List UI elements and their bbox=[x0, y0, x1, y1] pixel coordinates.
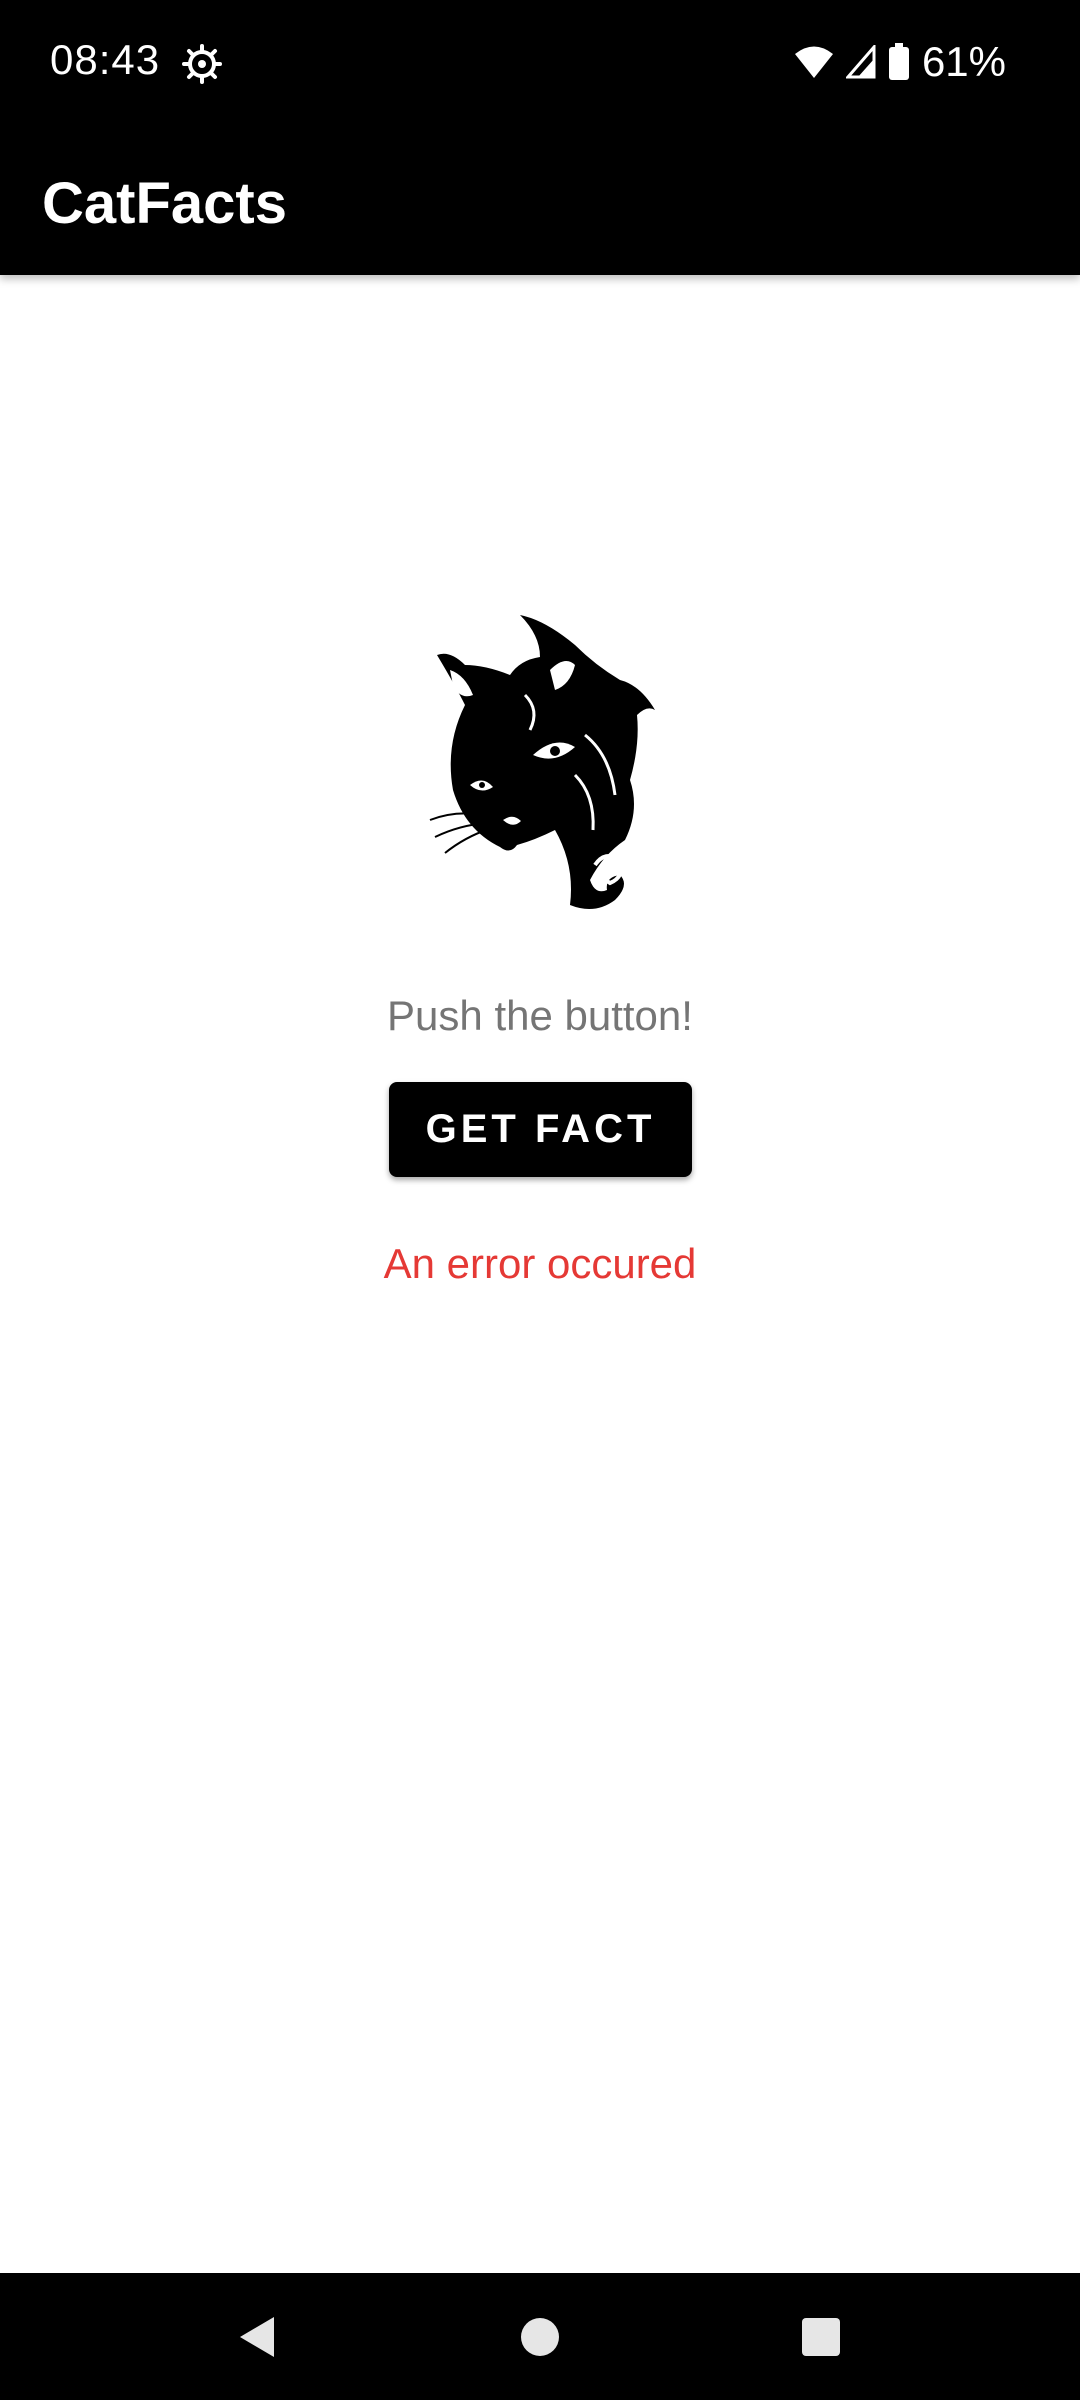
status-bar: 08:43 61% bbox=[0, 0, 1080, 125]
home-icon bbox=[521, 2317, 559, 2356]
settings-gear-icon bbox=[182, 44, 222, 84]
cat-head-illustration bbox=[429, 615, 655, 909]
wifi-icon bbox=[794, 46, 833, 78]
battery-percent: 61% bbox=[921, 38, 1006, 85]
prompt-text: Push the button! bbox=[387, 992, 693, 1039]
recents-button[interactable] bbox=[751, 2273, 891, 2400]
home-button[interactable] bbox=[470, 2273, 610, 2400]
cell-signal-icon bbox=[845, 45, 876, 79]
status-icons: 61% bbox=[794, 36, 1006, 88]
recents-icon bbox=[802, 2317, 840, 2356]
app-bar: CatFacts bbox=[0, 125, 1080, 275]
screen: 08:43 61% CatFacts Push the button! GET … bbox=[0, 0, 1080, 2400]
status-time: 08:43 bbox=[50, 36, 161, 83]
get-fact-button[interactable]: GET FACT bbox=[389, 1082, 692, 1177]
back-button[interactable] bbox=[186, 2273, 326, 2400]
app-title: CatFacts bbox=[42, 171, 287, 236]
battery-icon bbox=[888, 43, 909, 80]
error-message: An error occured bbox=[383, 1240, 697, 1287]
navigation-bar bbox=[0, 2273, 1080, 2400]
back-icon bbox=[240, 2316, 274, 2357]
